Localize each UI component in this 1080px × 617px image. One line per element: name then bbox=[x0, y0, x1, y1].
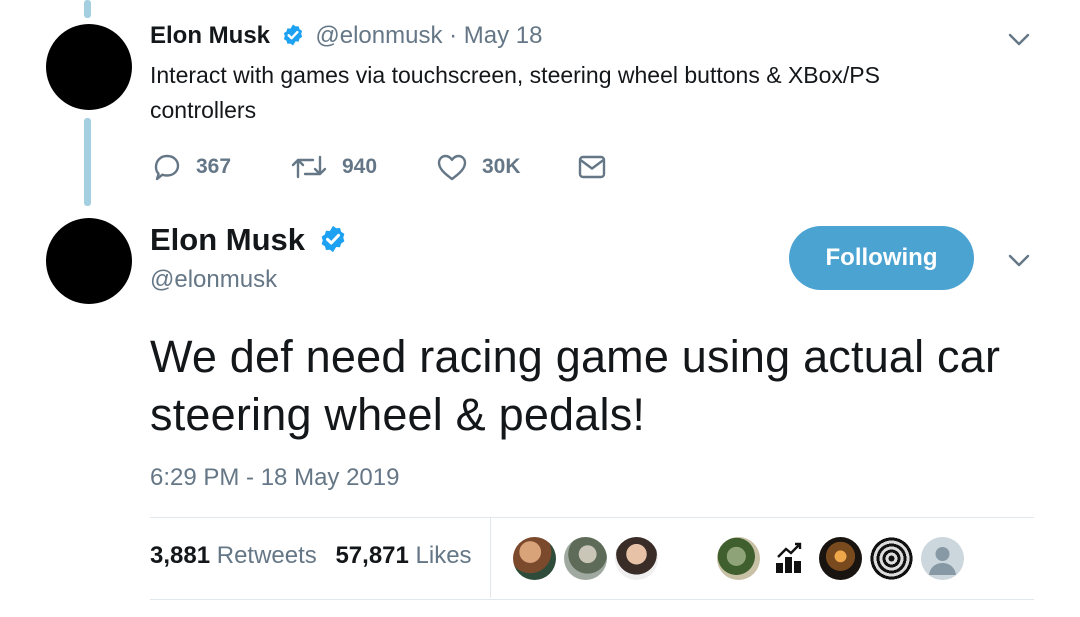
reply-count: 367 bbox=[196, 155, 232, 178]
default-profile-icon bbox=[929, 547, 956, 575]
header-separator: · bbox=[449, 22, 458, 49]
following-button[interactable]: Following bbox=[789, 226, 974, 290]
retweets-label: Retweets bbox=[216, 542, 317, 569]
parent-author-name[interactable]: Elon Musk bbox=[150, 22, 270, 49]
liker-avatar[interactable] bbox=[819, 537, 862, 580]
thread-connector-top bbox=[84, 0, 91, 18]
liker-avatar[interactable] bbox=[717, 537, 760, 580]
parent-tweet-header: Elon Musk @elonmusk · May 18 bbox=[150, 22, 542, 50]
chevron-down-icon[interactable] bbox=[1008, 33, 1030, 47]
liker-avatar[interactable] bbox=[615, 537, 658, 580]
likes-stat[interactable]: 57,871 Likes bbox=[335, 542, 471, 569]
direct-message-icon bbox=[578, 155, 606, 179]
author-name-row: Elon Musk bbox=[150, 222, 348, 258]
parent-tweet-text: Interact with games via touchscreen, ste… bbox=[150, 62, 880, 123]
tweet-stats: 3,881 Retweets 57,871 Likes bbox=[150, 542, 472, 570]
chart-logo-icon bbox=[776, 542, 802, 573]
liker-avatar[interactable] bbox=[768, 537, 811, 580]
retweet-count: 940 bbox=[342, 155, 378, 178]
like-icon bbox=[437, 154, 467, 181]
liker-avatar[interactable] bbox=[564, 537, 607, 580]
parent-author-handle[interactable]: @elonmusk bbox=[315, 22, 442, 49]
tweet-thread: Elon Musk @elonmusk · May 18 Interact wi… bbox=[0, 0, 1080, 617]
reply-icon bbox=[154, 154, 180, 181]
stats-vertical-divider bbox=[490, 518, 491, 598]
stats-divider-bottom bbox=[150, 599, 1034, 600]
thread-connector bbox=[84, 118, 91, 206]
stats-divider-top bbox=[150, 517, 1034, 518]
retweets-count: 3,881 bbox=[150, 542, 211, 569]
parent-tweet-date[interactable]: May 18 bbox=[464, 22, 543, 49]
likes-count: 57,871 bbox=[335, 542, 409, 569]
author-name[interactable]: Elon Musk bbox=[150, 222, 305, 257]
tweet-text: We def need racing game using actual car… bbox=[150, 331, 1001, 440]
retweet-icon bbox=[291, 155, 327, 179]
likes-label: Likes bbox=[415, 542, 472, 569]
liker-avatar[interactable] bbox=[513, 537, 556, 580]
tweet-timestamp[interactable]: 6:29 PM - 18 May 2019 bbox=[150, 464, 399, 492]
like-count: 30K bbox=[482, 155, 521, 178]
parent-author-avatar[interactable] bbox=[46, 24, 132, 110]
verified-badge-icon bbox=[283, 24, 302, 46]
retweets-stat[interactable]: 3,881 Retweets bbox=[150, 542, 323, 569]
chevron-down-icon[interactable] bbox=[1008, 254, 1030, 268]
retweet-button[interactable]: 940 bbox=[290, 150, 377, 184]
liker-avatar[interactable] bbox=[870, 537, 913, 580]
author-avatar[interactable] bbox=[46, 218, 132, 304]
direct-message-button[interactable] bbox=[578, 150, 606, 184]
author-handle[interactable]: @elonmusk bbox=[150, 266, 277, 294]
reply-button[interactable]: 367 bbox=[152, 150, 231, 184]
like-button[interactable]: 30K bbox=[436, 150, 521, 184]
liker-avatar[interactable] bbox=[921, 537, 964, 580]
verified-badge-icon bbox=[321, 225, 345, 252]
